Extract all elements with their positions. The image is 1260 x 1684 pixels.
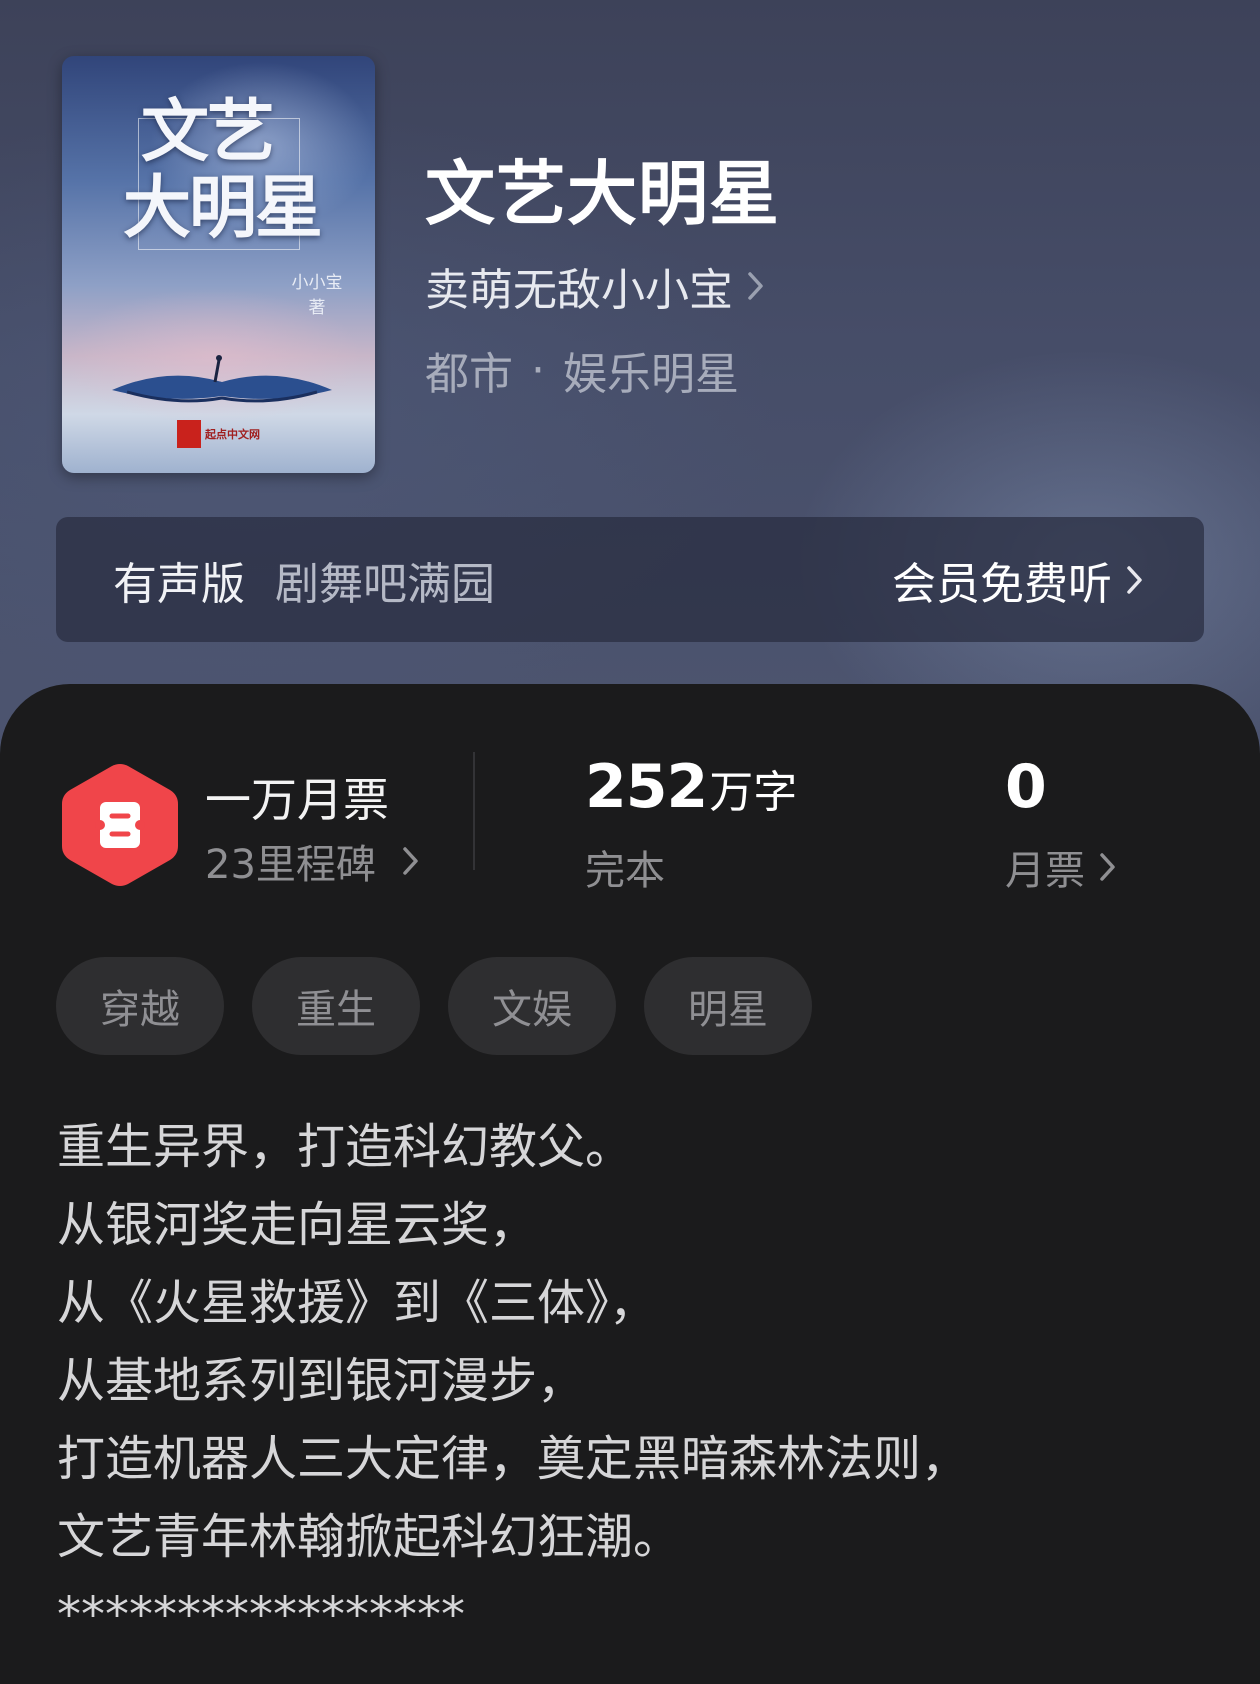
book-description[interactable]: 重生异界，打造科幻教父。 从银河奖走向星云奖， 从《火星救援》到《三体》， 从基… [57,1108,1207,1654]
description-line: ***************** [57,1587,465,1643]
chevron-right-icon [1100,853,1115,881]
monthly-votes-count[interactable]: 0 [1005,752,1047,822]
monthly-votes-link[interactable]: 月票 [1005,838,1117,896]
word-count: 252 万字 [585,752,797,822]
book-cover-image[interactable]: 文艺 大明星 小小宝 著 起点中文网 [62,56,375,473]
description-line: 重生异界，打造科幻教父。 [57,1119,634,1175]
chevron-right-icon [748,272,763,300]
milestone-title[interactable]: 一万月票 [205,764,389,830]
tag-chip[interactable]: 文娱 [448,957,616,1055]
word-count-value: 252 [585,752,708,822]
word-count-unit: 万字 [709,767,798,818]
description-line: 从基地系列到银河漫步， [57,1353,586,1409]
cover-author: 小小宝 著 [291,273,343,318]
member-free-listen-button[interactable]: 会员免费听 [892,517,1144,642]
tag-chip[interactable]: 重生 [252,957,420,1055]
description-line: 从《火星救援》到《三体》， [57,1275,658,1331]
tag-chip[interactable]: 穿越 [56,957,224,1055]
publisher-logo: 起点中文网 [177,420,267,448]
description-line: 文艺青年林翰掀起科幻狂潮。 [57,1509,682,1565]
author-link[interactable]: 卖萌无敌小小宝 [425,254,765,318]
description-line: 从银河奖走向星云奖， [57,1197,538,1253]
tag-chip[interactable]: 明星 [644,957,812,1055]
cover-title-line2: 大明星 [122,168,323,248]
audiobook-banner[interactable]: 有声版 剧舞吧满园 会员免费听 [56,517,1204,642]
chevron-right-icon [1127,565,1142,594]
monthly-votes-label: 月票 [1005,848,1085,894]
genre-row: 都市 · 娱乐明星 [425,338,739,402]
ticket-hexagon-icon[interactable] [62,762,178,888]
cover-title: 文艺 大明星 [117,94,327,246]
genre-sub[interactable]: 娱乐明星 [563,338,739,402]
open-book-illustration [112,355,332,403]
genre-main[interactable]: 都市 [425,338,513,402]
publisher-logo-text: 起点中文网 [205,428,260,441]
audiobook-label: 有声版 [113,558,245,610]
stats-divider [473,752,475,870]
cover-title-line1: 文艺 [140,92,275,172]
book-title: 文艺大明星 [425,152,780,235]
milestone-link[interactable]: 23里程碑 [205,832,420,890]
author-name: 卖萌无敌小小宝 [425,265,733,316]
audiobook-narrator: 剧舞吧满园 [275,558,495,610]
milestone-sub: 23里程碑 [205,842,376,888]
member-free-listen-label: 会员免费听 [892,558,1112,610]
tag-list: 穿越 重生 文娱 明星 [56,957,840,1055]
chevron-right-icon [403,847,418,875]
completion-status: 完本 [585,848,665,894]
description-line: 打造机器人三大定律，奠定黑暗森林法则， [57,1431,970,1487]
genre-separator: · [531,344,545,396]
